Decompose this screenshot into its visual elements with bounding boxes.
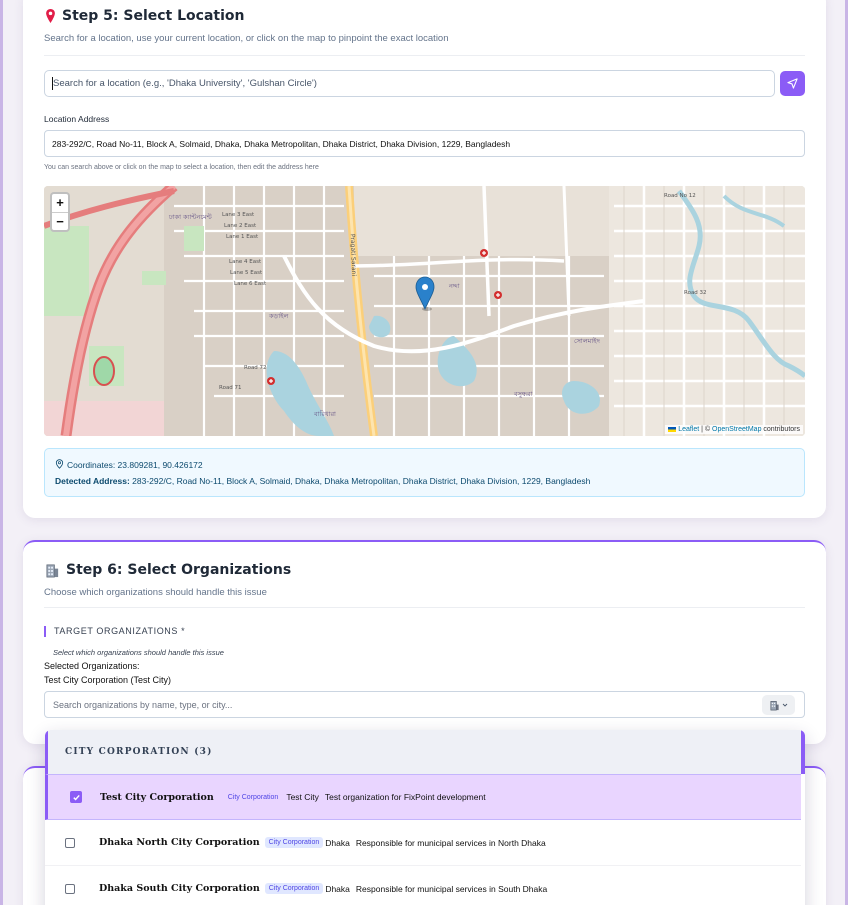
left-frame-border bbox=[0, 0, 3, 905]
detected-address-label: Detected Address: bbox=[55, 476, 130, 486]
step5-divider bbox=[44, 55, 805, 56]
osm-link[interactable]: OpenStreetMap bbox=[712, 426, 761, 433]
map-label-korail: কড়াইল bbox=[268, 312, 289, 320]
chevron-down-icon bbox=[782, 703, 788, 707]
map-label-lane-4: Lane 4 East bbox=[229, 259, 262, 265]
map-zoom-control: + − bbox=[50, 192, 70, 232]
map-label-lane-1: Lane 1 East bbox=[226, 234, 259, 240]
selected-organizations-label: Selected Organizations: bbox=[44, 661, 140, 671]
address-label: Location Address bbox=[44, 114, 110, 124]
target-organizations-hint: Select which organizations should handle… bbox=[53, 648, 224, 657]
address-hint: You can search above or click on the map… bbox=[44, 164, 319, 171]
map-pin-icon bbox=[46, 9, 55, 23]
organization-checkbox-checked[interactable] bbox=[70, 791, 82, 803]
location-search-input[interactable]: Search for a location (e.g., 'Dhaka Univ… bbox=[44, 70, 775, 97]
organization-name: Dhaka South City Corporation bbox=[99, 883, 260, 894]
organization-dropdown: CITY CORPORATION (3) Test City Corporati… bbox=[45, 730, 805, 905]
map-label-baridhara: বারিধারা bbox=[313, 410, 337, 418]
organization-type-badge: City Corporation bbox=[264, 883, 324, 894]
detected-address-line: Detected Address: 283-292/C, Road No-11,… bbox=[55, 473, 794, 489]
map-label-solmaid: সোলমাইদ bbox=[574, 337, 601, 345]
map-attribution: Leaflet | © OpenStreetMap contributors bbox=[665, 425, 803, 434]
organization-checkbox[interactable] bbox=[65, 883, 75, 894]
organization-name: Dhaka North City Corporation bbox=[99, 837, 260, 848]
attribution-tail: contributors bbox=[761, 426, 800, 433]
step6-subtitle: Choose which organizations should handle… bbox=[44, 587, 267, 598]
step6-heading: Step 6: Select Organizations bbox=[45, 562, 291, 578]
organization-search-placeholder: Search organizations by name, type, or c… bbox=[53, 700, 233, 710]
step5-card: Step 5: Select Location Search for a loc… bbox=[23, 0, 826, 518]
navigation-arrow-icon bbox=[787, 78, 798, 89]
step6-divider bbox=[44, 607, 805, 608]
step5-heading: Step 5: Select Location bbox=[45, 8, 244, 24]
address-field[interactable]: 283-292/C, Road No-11, Block A, Solmaid,… bbox=[44, 130, 805, 157]
zoom-out-button[interactable]: − bbox=[52, 213, 68, 231]
map-label-lane-6: Lane 6 East bbox=[234, 281, 267, 287]
map-label-road-32: Road 32 bbox=[684, 290, 707, 296]
map-label-bashundhara: বসুন্ধরা bbox=[513, 390, 534, 398]
organization-filter-button[interactable] bbox=[762, 695, 795, 715]
dropdown-group-header: CITY CORPORATION (3) bbox=[45, 730, 805, 774]
office-building-icon bbox=[46, 564, 59, 577]
location-pin-icon bbox=[55, 459, 64, 469]
organization-name: Test City Corporation bbox=[100, 791, 214, 803]
map-tiles: Lane 3 East Lane 2 East Lane 1 East Lane… bbox=[44, 186, 805, 436]
map-label-road-12: Road No 12 bbox=[664, 193, 696, 199]
organization-city: Test City bbox=[286, 792, 319, 802]
map-label-nadda: নদ্দা bbox=[448, 282, 461, 290]
step5-title: Step 5: Select Location bbox=[62, 8, 245, 24]
building-icon bbox=[770, 700, 779, 710]
organization-description: Test organization for FixPoint developme… bbox=[324, 792, 486, 802]
leaflet-link[interactable]: Leaflet bbox=[678, 426, 699, 433]
map-label-lane-3: Lane 3 East bbox=[222, 212, 255, 218]
map-label-lane-2: Lane 2 East bbox=[224, 223, 257, 229]
target-organizations-label: TARGET ORGANIZATIONS * bbox=[44, 626, 185, 637]
selected-organizations-value: Test City Corporation (Test City) bbox=[44, 675, 172, 685]
organization-city: Dhaka bbox=[325, 837, 350, 848]
map-label-road-72: Road 72 bbox=[244, 365, 267, 371]
map-label-cantonment: ঢাকা ক্যান্টনমেন্ট bbox=[168, 213, 213, 221]
detected-address-value: 283-292/C, Road No-11, Block A, Solmaid,… bbox=[132, 476, 591, 486]
organization-city: Dhaka bbox=[325, 883, 350, 894]
ukraine-flag-icon bbox=[668, 426, 677, 432]
step6-title: Step 6: Select Organizations bbox=[66, 562, 292, 578]
map-label-lane-5: Lane 5 East bbox=[230, 270, 263, 276]
step5-subtitle: Search for a location, use your current … bbox=[44, 33, 449, 44]
map-label-pragati: Pragati Sarani bbox=[349, 234, 357, 277]
organization-search-input[interactable]: Search organizations by name, type, or c… bbox=[44, 691, 805, 718]
coordinates-text: Coordinates: 23.809281, 90.426172 bbox=[67, 460, 203, 470]
organization-type-badge: City Corporation bbox=[264, 837, 324, 848]
organization-checkbox[interactable] bbox=[65, 837, 75, 848]
step6-card: Step 6: Select Organizations Choose whic… bbox=[23, 540, 826, 744]
organization-description: Responsible for municipal services in So… bbox=[355, 883, 548, 894]
organization-option[interactable]: Dhaka North City Corporation City Corpor… bbox=[45, 820, 801, 866]
coordinates-line: Coordinates: 23.809281, 90.426172 bbox=[55, 457, 794, 473]
organization-description: Responsible for municipal services in No… bbox=[355, 837, 546, 848]
use-current-location-button[interactable] bbox=[780, 71, 805, 96]
organization-option[interactable]: Test City Corporation City Corporation T… bbox=[45, 774, 801, 820]
attribution-separator: | © bbox=[699, 426, 713, 433]
location-map[interactable]: Lane 3 East Lane 2 East Lane 1 East Lane… bbox=[44, 186, 805, 436]
organization-type-badge: City Corporation bbox=[227, 793, 279, 801]
organization-option[interactable]: Dhaka South City Corporation City Corpor… bbox=[45, 866, 801, 905]
zoom-in-button[interactable]: + bbox=[52, 194, 68, 213]
checkmark-icon bbox=[72, 794, 80, 801]
map-label-road-71: Road 71 bbox=[219, 385, 242, 391]
location-info-box: Coordinates: 23.809281, 90.426172 Detect… bbox=[44, 448, 805, 497]
